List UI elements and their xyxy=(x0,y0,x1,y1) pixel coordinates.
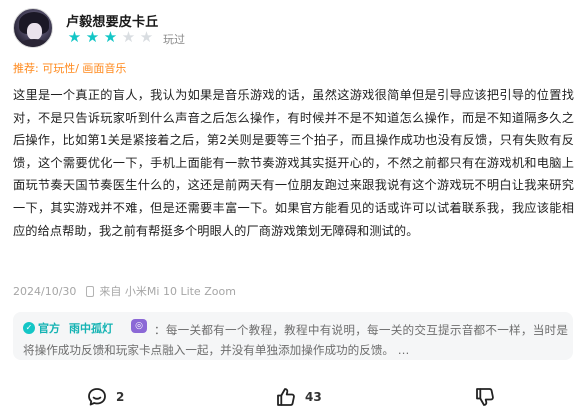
review-body: 这里是一个真正的盲人，我认为如果是音乐游戏的话，虽然这游戏很简单但是引导应该把引… xyxy=(13,88,574,238)
played-label: 玩过 xyxy=(163,33,185,46)
verified-icon: ✓ xyxy=(23,322,35,334)
star-empty-icon: ★ xyxy=(139,28,154,46)
phone-icon xyxy=(86,285,95,297)
star-filled-icon: ★ xyxy=(85,28,100,46)
developer-reply[interactable]: ：每一关都有一个教程，教程中有说明，每一关的交互提示音都不一样，当时是将操作成功… xyxy=(13,312,573,360)
review-card: 卢毅想要皮卡丘 ★ ★ ★ ★ ★ 玩过 推荐: 可玩性/ 画面音乐 这里是一个真正的盲… xyxy=(0,0,586,418)
star-rating: ★ ★ ★ ★ ★ xyxy=(66,30,155,45)
official-label: 官方 xyxy=(38,322,60,335)
dislike-button[interactable] xyxy=(474,382,496,412)
star-empty-icon: ★ xyxy=(121,28,136,46)
comment-button[interactable]: 2 xyxy=(86,382,124,412)
comment-icon xyxy=(86,386,108,408)
star-filled-icon: ★ xyxy=(67,28,82,46)
official-tag: ✓ 官方 xyxy=(23,320,60,336)
avatar-body xyxy=(18,39,50,47)
avatar-face xyxy=(27,23,42,40)
like-count: 43 xyxy=(305,390,322,404)
avatar[interactable] xyxy=(13,8,53,48)
star-filled-icon: ★ xyxy=(103,28,118,46)
thumbs-down-icon xyxy=(474,386,496,408)
comment-count: 2 xyxy=(116,390,125,404)
author-badge-icon: ◎ xyxy=(131,319,147,333)
reply-author[interactable]: 雨中孤灯 xyxy=(69,320,113,336)
recommend-tags: 推荐: 可玩性/ 画面音乐 xyxy=(13,62,127,75)
review-device: 来自 小米Mi 10 Lite Zoom xyxy=(99,285,236,298)
action-bar: 2 43 xyxy=(0,382,586,412)
review-meta: 2024/10/30 来自 小米Mi 10 Lite Zoom xyxy=(13,283,236,299)
like-button[interactable]: 43 xyxy=(275,382,322,412)
thumbs-up-icon xyxy=(275,386,297,408)
review-date: 2024/10/30 xyxy=(13,284,77,298)
